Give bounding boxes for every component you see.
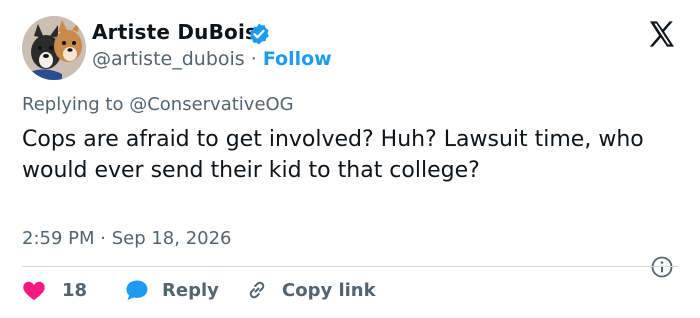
reply-button[interactable]: Reply xyxy=(124,278,219,302)
divider xyxy=(22,266,678,267)
handle-separator: · xyxy=(244,48,263,70)
tweet-timestamp[interactable]: 2:59 PM · Sep 18, 2026 xyxy=(22,228,232,249)
like-button[interactable]: 18 xyxy=(22,278,87,302)
copy-link-label: Copy link xyxy=(282,279,376,301)
like-count: 18 xyxy=(62,279,88,301)
avatar-image xyxy=(22,16,86,80)
info-icon[interactable] xyxy=(650,255,674,279)
author-handle-line: @artiste_dubois · Follow xyxy=(92,48,332,70)
link-icon xyxy=(249,281,265,299)
reply-bubble-icon xyxy=(126,280,148,300)
tweet-text: Cops are afraid to get involved? Huh? La… xyxy=(22,127,644,183)
author-handle[interactable]: @artiste_dubois xyxy=(92,48,245,70)
replying-to-prefix: Replying to xyxy=(22,94,130,115)
author-display-name[interactable]: Artiste DuBois xyxy=(92,20,257,44)
reply-label: Reply xyxy=(162,279,219,301)
x-logo-icon[interactable] xyxy=(646,18,678,50)
verified-badge-icon xyxy=(249,23,269,45)
avatar[interactable] xyxy=(22,16,86,80)
heart-icon xyxy=(23,281,45,300)
follow-button[interactable]: Follow xyxy=(263,48,332,70)
tweet-card: Artiste DuBois @artiste_dubois · Follow … xyxy=(0,0,700,318)
copy-link-button[interactable]: Copy link xyxy=(244,278,376,302)
replying-to-mention[interactable]: @ConservativeOG xyxy=(129,94,293,115)
replying-to-line: Replying to @ConservativeOG xyxy=(22,94,294,115)
